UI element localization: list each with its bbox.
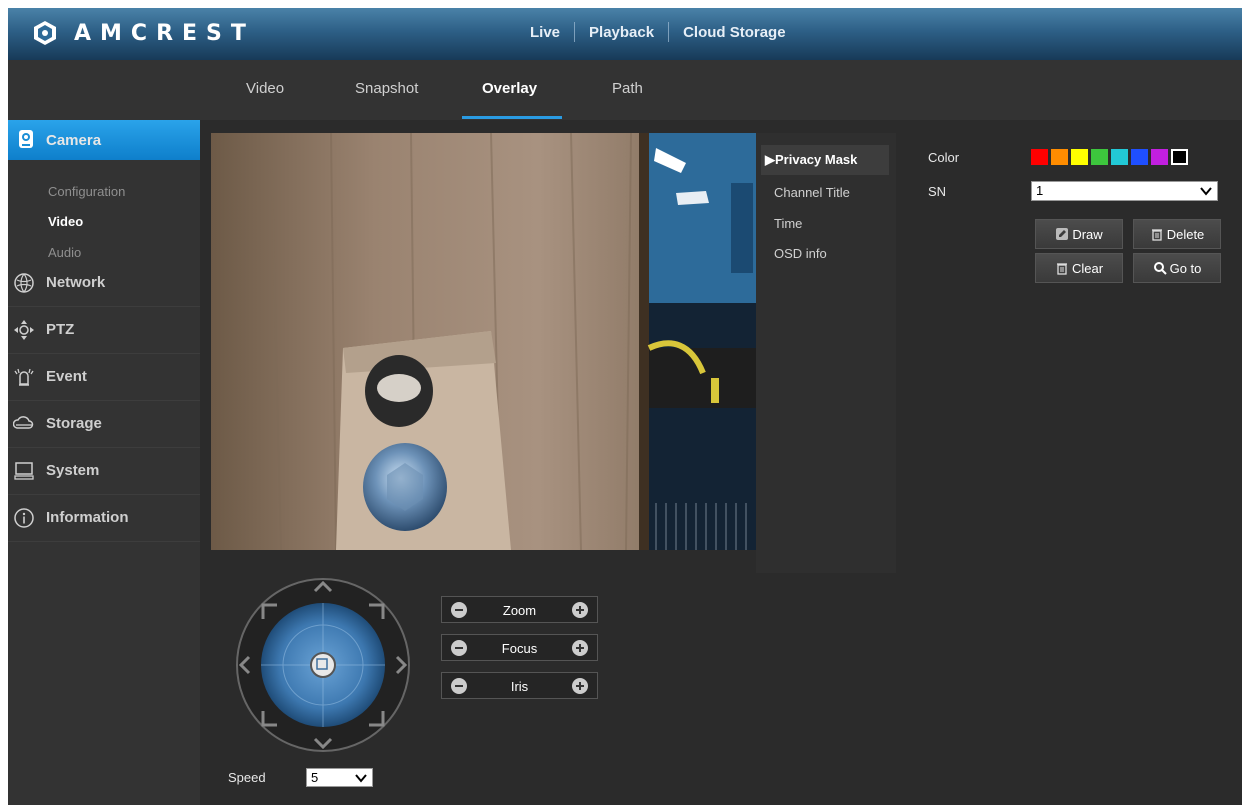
go-to-button-label: Go to	[1169, 260, 1202, 276]
information-icon	[14, 508, 34, 528]
sidebar-item-camera[interactable]: Camera	[8, 120, 210, 160]
clear-button-label: Clear	[1071, 260, 1104, 276]
color-swatch[interactable]	[1171, 149, 1188, 165]
speed-select[interactable]: 5	[306, 768, 373, 787]
color-swatch[interactable]	[1111, 149, 1128, 165]
top-nav: Live Playback Cloud Storage	[516, 22, 800, 42]
menu-item-osd-info[interactable]: OSD info	[774, 246, 827, 261]
focus-control: Focus	[441, 634, 598, 661]
sidebar-item-information[interactable]: Information	[8, 495, 200, 542]
color-swatch[interactable]	[1131, 149, 1148, 165]
chevron-down-icon	[355, 774, 367, 783]
sub-nav: Video Snapshot Overlay Path	[200, 60, 1242, 120]
search-icon	[1153, 262, 1167, 275]
sidebar-item-label: Camera	[46, 132, 102, 149]
top-bar: AMCREST Live Playback Cloud Storage	[8, 8, 1242, 60]
topnav-live[interactable]: Live	[516, 24, 574, 41]
sidebar-item-network[interactable]: Network	[8, 260, 200, 307]
color-swatch[interactable]	[1031, 149, 1048, 165]
system-icon	[14, 462, 34, 480]
sidebar-item-system[interactable]: System	[8, 448, 200, 495]
go-to-button[interactable]: Go to	[1133, 253, 1221, 283]
sidebar-item-ptz[interactable]: PTZ	[8, 307, 200, 354]
sidebar: Camera Configuration Video Audio Network…	[8, 60, 210, 805]
color-swatches	[1031, 149, 1188, 165]
sidebar-item-label: Network	[46, 274, 106, 291]
overlay-menu: ▶Privacy Mask Channel Title Time OSD inf…	[756, 133, 896, 573]
chevron-down-icon	[1200, 187, 1212, 196]
tab-snapshot[interactable]: Snapshot	[355, 80, 418, 97]
sidebar-item-label: System	[46, 462, 100, 479]
sn-label: SN	[928, 184, 947, 199]
draw-button-label: Draw	[1072, 226, 1103, 242]
app-window: AMCREST Live Playback Cloud Storage Came…	[8, 8, 1242, 805]
network-icon	[14, 273, 34, 293]
topnav-cloud-storage[interactable]: Cloud Storage	[669, 24, 800, 41]
zoom-control: Zoom	[441, 596, 598, 623]
trash-icon	[1151, 229, 1162, 241]
topnav-divider	[574, 22, 576, 42]
focus-plus-button[interactable]	[572, 640, 588, 656]
color-label: Color	[928, 150, 960, 165]
menu-item-label: ▶Privacy Mask	[765, 152, 858, 167]
menu-item-channel-title[interactable]: Channel Title	[774, 185, 850, 200]
sidebar-item-label: Event	[46, 368, 87, 385]
camera-feed-image	[211, 133, 756, 550]
amcrest-logo-icon	[32, 20, 58, 46]
sn-select-value: 1	[1036, 183, 1044, 198]
color-swatch[interactable]	[1151, 149, 1168, 165]
active-tab-indicator	[462, 116, 562, 119]
sidebar-item-label: Storage	[46, 415, 102, 432]
sidebar-item-event[interactable]: Event	[8, 354, 200, 401]
clear-button[interactable]: Clear	[1035, 253, 1123, 283]
delete-button[interactable]: Delete	[1133, 219, 1221, 249]
tab-path[interactable]: Path	[612, 80, 643, 97]
tab-overlay[interactable]: Overlay	[482, 80, 537, 97]
sidebar-item-label: Information	[46, 509, 129, 526]
speed-select-value: 5	[311, 770, 319, 785]
sidebar-subitem-audio[interactable]: Audio	[48, 245, 81, 260]
menu-item-privacy-mask[interactable]: ▶Privacy Mask	[761, 145, 889, 175]
zoom-in-button[interactable]	[572, 602, 588, 618]
brand-logo: AMCREST	[32, 20, 255, 46]
delete-button-label: Delete	[1166, 226, 1205, 242]
topnav-playback[interactable]: Playback	[575, 24, 668, 41]
menu-item-time[interactable]: Time	[774, 216, 802, 231]
trash-icon	[1056, 263, 1067, 275]
topnav-divider	[668, 22, 670, 42]
storage-icon	[13, 416, 34, 429]
video-preview[interactable]	[211, 133, 756, 550]
sidebar-item-label: PTZ	[46, 321, 75, 338]
event-icon	[14, 368, 34, 386]
ptz-joystick[interactable]	[233, 575, 413, 755]
tab-video[interactable]: Video	[246, 80, 284, 97]
draw-button[interactable]: Draw	[1035, 219, 1123, 249]
iris-plus-button[interactable]	[572, 678, 588, 694]
speed-label: Speed	[228, 770, 266, 785]
sidebar-header	[8, 60, 200, 121]
camera-icon	[19, 130, 33, 148]
sidebar-subitem-video[interactable]: Video	[48, 214, 83, 229]
brand-name: AMCREST	[74, 20, 255, 46]
color-swatch[interactable]	[1051, 149, 1068, 165]
pencil-icon	[1056, 228, 1069, 240]
ptz-icon	[14, 320, 34, 340]
menu-item-label-text: Privacy Mask	[775, 152, 858, 167]
color-swatch[interactable]	[1071, 149, 1088, 165]
main-content: ▶Privacy Mask Channel Title Time OSD inf…	[200, 120, 1242, 805]
color-swatch[interactable]	[1091, 149, 1108, 165]
iris-control: Iris	[441, 672, 598, 699]
sn-select[interactable]: 1	[1031, 181, 1218, 201]
sidebar-subitem-configuration[interactable]: Configuration	[48, 184, 125, 199]
sidebar-item-storage[interactable]: Storage	[8, 401, 200, 448]
